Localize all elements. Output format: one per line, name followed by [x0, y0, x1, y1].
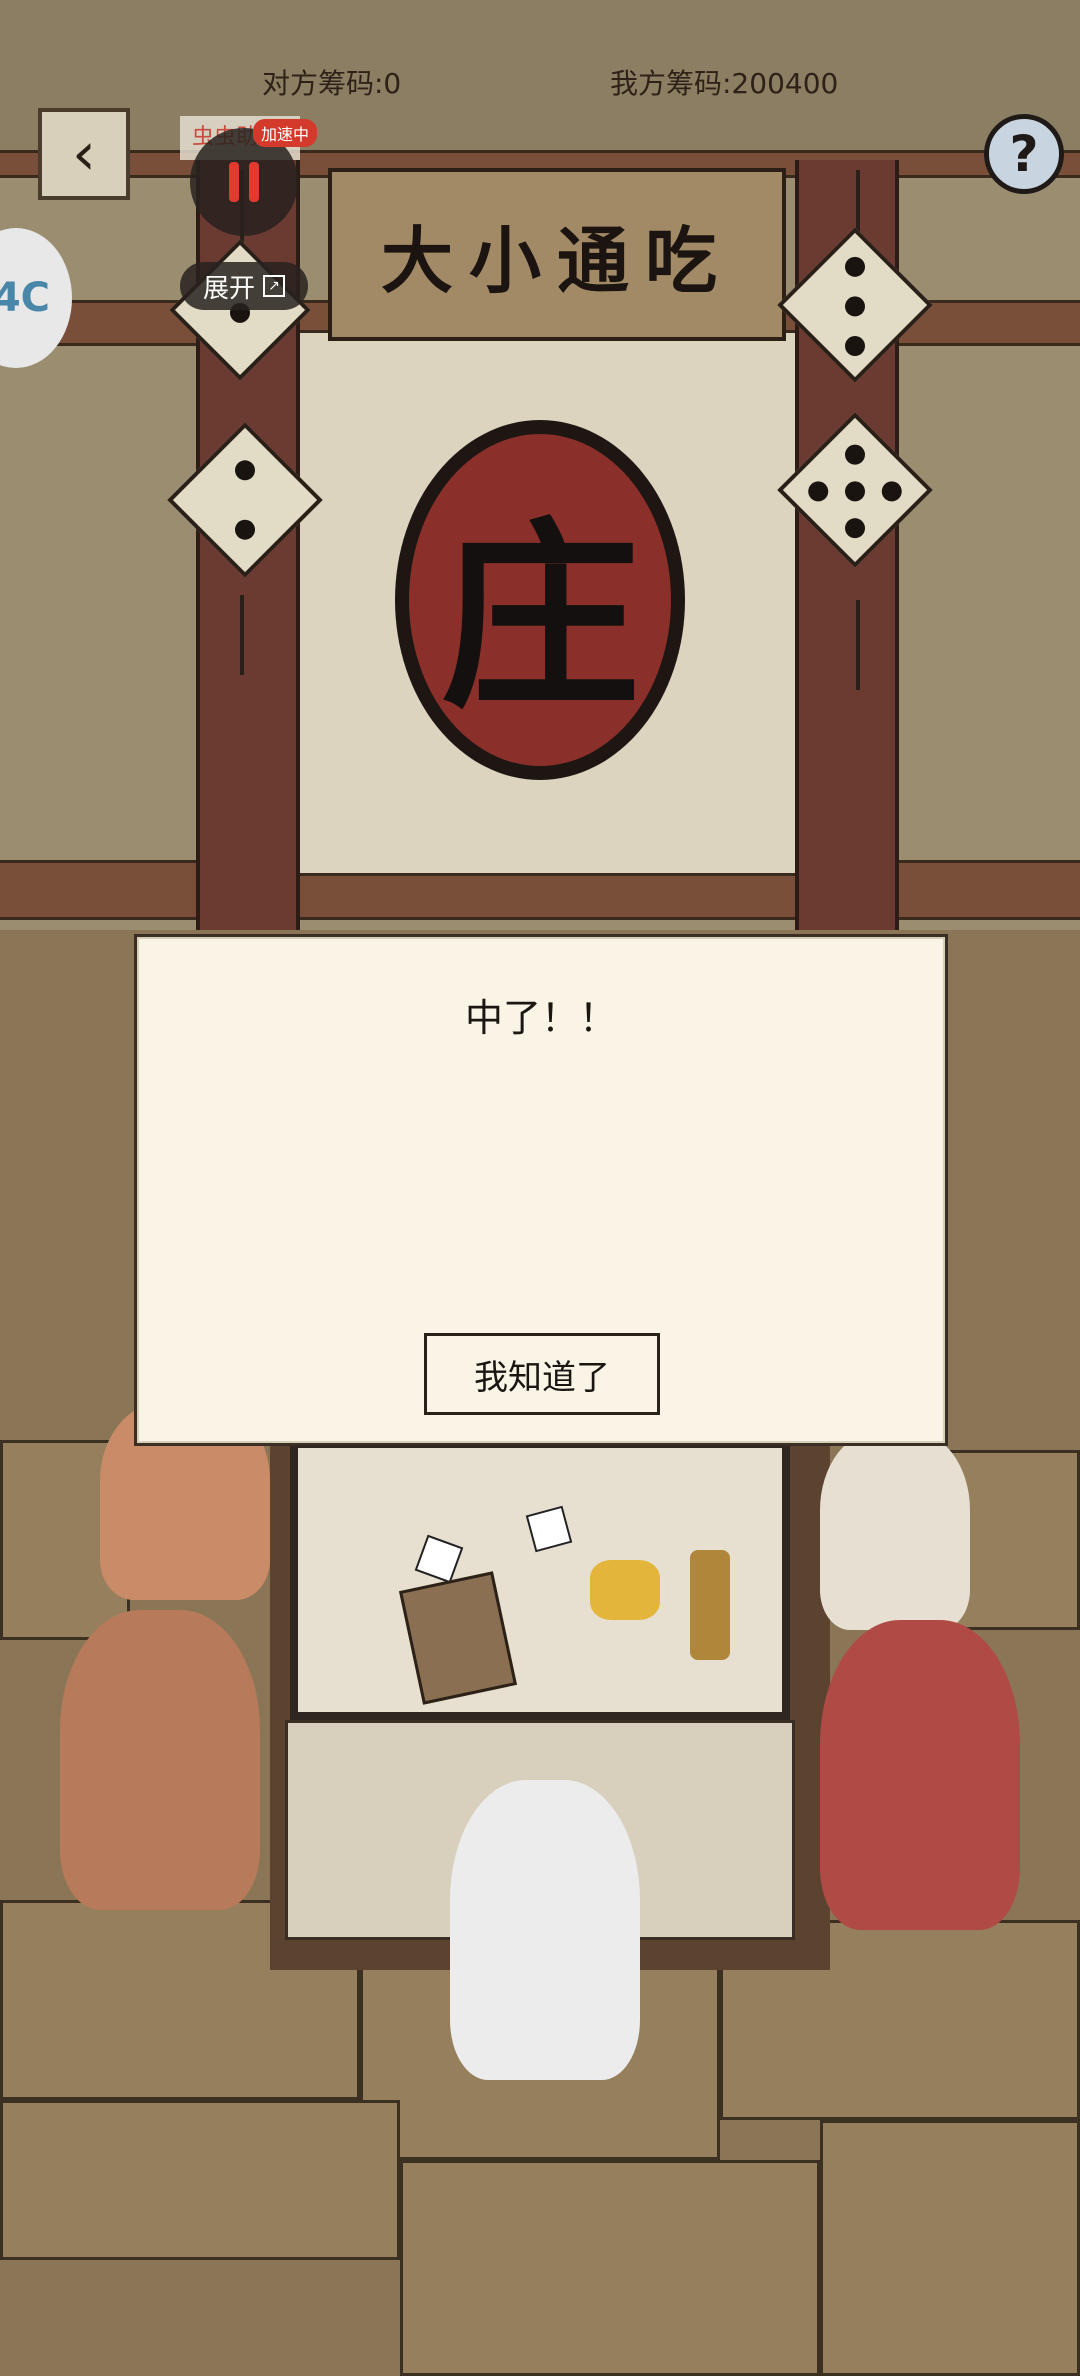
chain-left-lower	[240, 595, 244, 675]
gold-ingots	[590, 1560, 660, 1620]
my-chips-label: 我方筹码:200400	[610, 67, 839, 100]
gambling-sign: 大小通吃	[328, 168, 786, 341]
back-button[interactable]: ‹	[38, 108, 130, 200]
result-title: 中了！！	[464, 996, 617, 1040]
character-bystander	[820, 1430, 970, 1630]
floor-tile	[400, 2160, 820, 2376]
chevron-left-icon: ‹	[72, 119, 96, 189]
overlay-expand-label: 展开	[202, 273, 255, 304]
overlay-speed-badge: 加速中	[253, 119, 318, 147]
ceiling	[0, 0, 1080, 170]
side-widget-text: 4C	[0, 275, 50, 321]
coin-stack	[690, 1550, 730, 1660]
pause-icon	[229, 162, 259, 202]
confirm-button[interactable]: 我知道了	[424, 1333, 660, 1415]
help-button[interactable]: ?	[984, 114, 1064, 194]
floor-tile	[0, 2100, 400, 2260]
character-lady	[820, 1620, 1020, 1930]
gambling-sign-text: 大小通吃	[380, 218, 733, 303]
expand-icon: ↗	[263, 275, 285, 297]
opponent-chips-label: 对方筹码:0	[262, 67, 402, 100]
character-sword-man	[60, 1610, 260, 1910]
overlay-expand-button[interactable]: 展开 ↗	[180, 262, 308, 310]
chain-right-lower	[856, 600, 860, 690]
floor-tile	[820, 2120, 1080, 2376]
result-dialog: 中了！！ 我知道了	[134, 934, 948, 1446]
dealer-seal-text: 庄	[439, 500, 640, 735]
dealer-seal: 庄	[395, 420, 685, 780]
character-white-haired-player	[450, 1780, 640, 2080]
question-icon: ?	[1009, 125, 1039, 183]
